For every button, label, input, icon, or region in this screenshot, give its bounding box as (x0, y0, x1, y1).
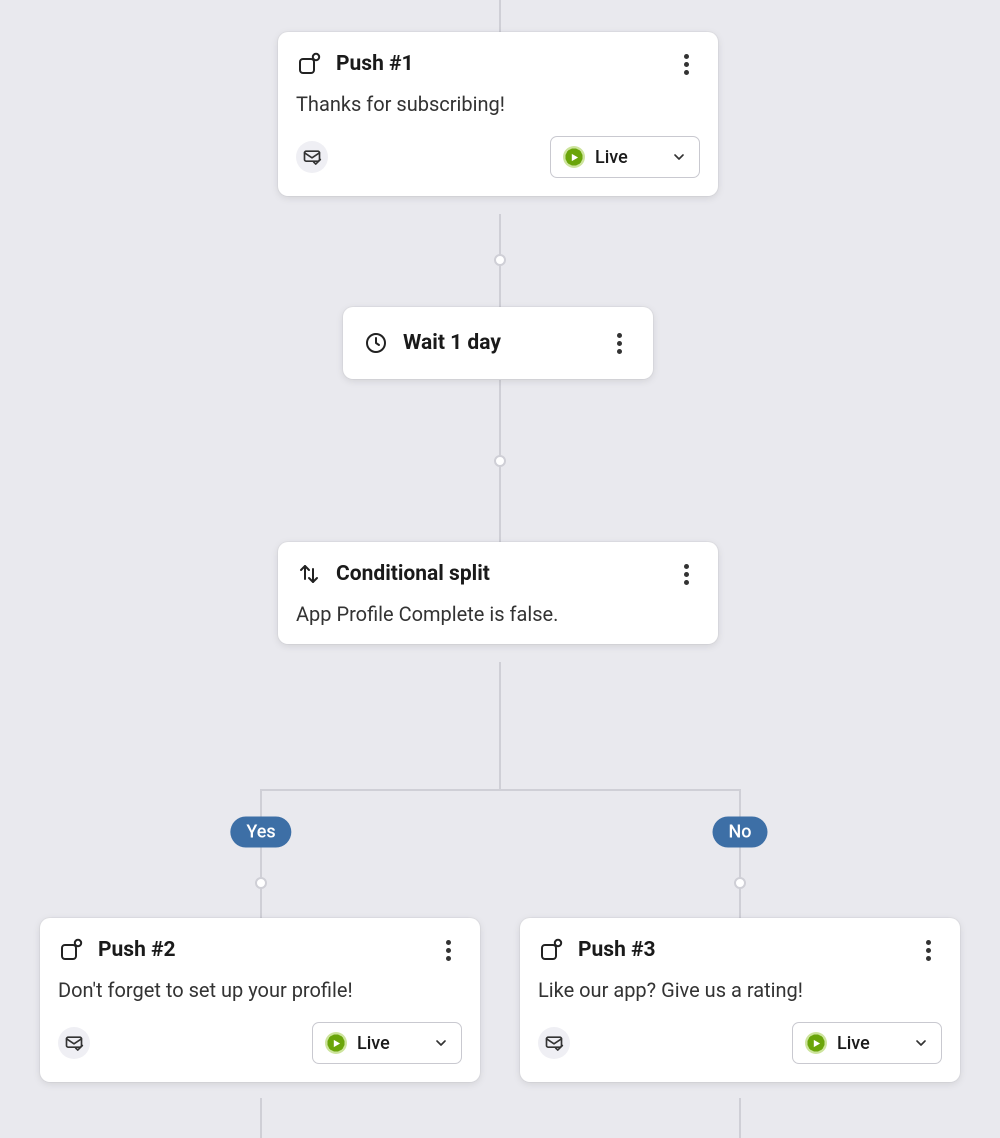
node-title: Push #3 (578, 938, 900, 962)
node-subtitle: Don't forget to set up your profile! (58, 978, 462, 1002)
push-notification-icon (58, 937, 84, 963)
play-icon (563, 146, 585, 168)
node-menu-button[interactable] (605, 329, 633, 357)
node-title: Push #1 (336, 52, 658, 76)
node-menu-button[interactable] (672, 560, 700, 588)
flow-node-wait[interactable]: Wait 1 day (343, 307, 653, 379)
flow-node-push3[interactable]: Push #3 Like our app? Give us a rating! … (520, 918, 960, 1082)
delivery-status-icon (296, 141, 328, 173)
connector-dot (255, 877, 267, 889)
connector-dot (494, 254, 506, 266)
status-label: Live (595, 147, 661, 168)
connector-yes-down (260, 789, 262, 918)
chevron-down-icon (671, 149, 687, 165)
branch-label-no: No (713, 817, 768, 848)
connector-top (499, 0, 501, 32)
flow-node-push1[interactable]: Push #1 Thanks for subscribing! Live (278, 32, 718, 196)
branch-label-yes: Yes (230, 817, 291, 848)
node-subtitle: App Profile Complete is false. (296, 602, 700, 626)
status-label: Live (837, 1033, 903, 1054)
clock-icon (363, 330, 389, 356)
node-title: Push #2 (98, 938, 420, 962)
play-icon (325, 1032, 347, 1054)
node-menu-button[interactable] (914, 936, 942, 964)
connector-dot (734, 877, 746, 889)
status-dropdown[interactable]: Live (792, 1022, 942, 1064)
status-label: Live (357, 1033, 423, 1054)
node-menu-button[interactable] (434, 936, 462, 964)
push-notification-icon (538, 937, 564, 963)
node-subtitle: Thanks for subscribing! (296, 92, 700, 116)
connector-push2-down (260, 1098, 262, 1138)
chevron-down-icon (913, 1035, 929, 1051)
status-dropdown[interactable]: Live (550, 136, 700, 178)
connector-split-horizontal (260, 789, 740, 791)
node-menu-button[interactable] (672, 50, 700, 78)
play-icon (805, 1032, 827, 1054)
delivery-status-icon (58, 1027, 90, 1059)
node-title: Wait 1 day (403, 331, 591, 355)
node-subtitle: Like our app? Give us a rating! (538, 978, 942, 1002)
chevron-down-icon (433, 1035, 449, 1051)
flow-node-conditional[interactable]: Conditional split App Profile Complete i… (278, 542, 718, 644)
status-dropdown[interactable]: Live (312, 1022, 462, 1064)
connector-no-down (739, 789, 741, 918)
push-notification-icon (296, 51, 322, 77)
connector-push3-down (739, 1098, 741, 1138)
flow-node-push2[interactable]: Push #2 Don't forget to set up your prof… (40, 918, 480, 1082)
delivery-status-icon (538, 1027, 570, 1059)
node-title: Conditional split (336, 562, 658, 586)
connector-dot (494, 455, 506, 467)
split-arrows-icon (296, 561, 322, 587)
connector-cond-split (499, 662, 501, 790)
